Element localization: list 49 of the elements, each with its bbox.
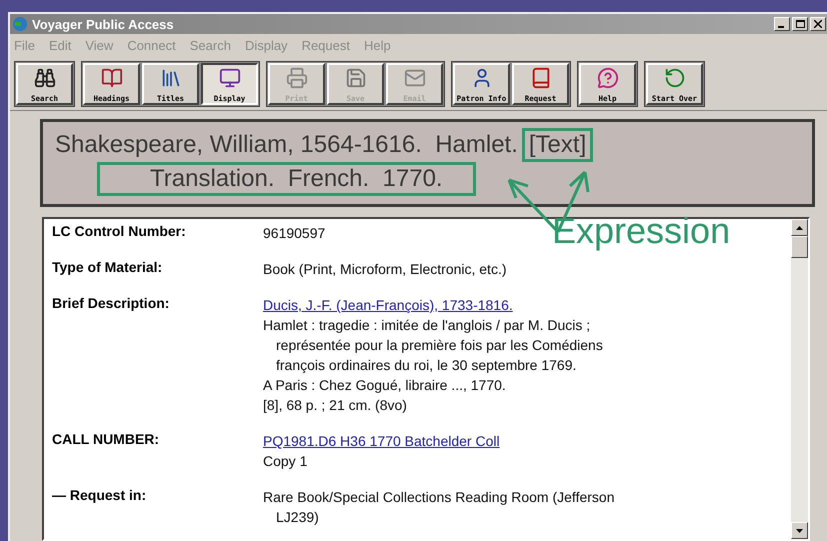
field-value: Book (Print, Microform, Electronic, etc.) xyxy=(263,260,507,279)
globe-icon xyxy=(12,16,28,32)
envelope-icon xyxy=(404,67,426,89)
highlighted-heading-text: Translation. French. 1770. xyxy=(97,162,476,196)
scroll-thumb[interactable] xyxy=(791,236,808,258)
menu-item[interactable]: Connect xyxy=(127,38,176,52)
circular-arrow-icon xyxy=(664,67,686,89)
field-value: LJ239) xyxy=(275,508,319,527)
down-triangle-icon xyxy=(796,528,803,532)
field-value: Copy 1 xyxy=(263,452,308,471)
field-label: Brief Description: xyxy=(52,295,170,313)
help-icon xyxy=(596,67,618,89)
menu-item[interactable]: Help xyxy=(364,38,391,52)
field-value: Rare Book/Special Collections Reading Room (Jefferson xyxy=(263,488,614,507)
field-value: [8], 68 p. ; 21 cm. (8vo) xyxy=(263,396,407,415)
menu-item[interactable]: Search xyxy=(190,38,231,52)
field-label: CALL NUMBER: xyxy=(52,431,160,449)
field-label: LC Control Number: xyxy=(52,223,187,241)
binoculars-icon xyxy=(34,67,56,89)
field-value: françois ordinaires du roi, le 30 septembre 1769. xyxy=(275,356,576,375)
highlighted-heading-text: [Text] xyxy=(522,128,594,162)
field-label: — Request in: xyxy=(52,487,148,505)
record-link[interactable]: PQ1981.D6 H36 1770 Batchelder Coll xyxy=(263,431,500,451)
window-title: Voyager Public Access xyxy=(32,16,175,32)
up-triangle-icon xyxy=(796,226,803,230)
menu-item[interactable]: Edit xyxy=(48,38,72,52)
minimize-button[interactable] xyxy=(774,17,790,31)
annotation-label: Expression xyxy=(552,210,730,252)
field-value: Hamlet : tragedie : imitée de l'anglois / par M. Ducis ; xyxy=(263,316,590,335)
scrollbar[interactable] xyxy=(791,219,808,539)
close-icon xyxy=(814,20,822,28)
open-book-icon xyxy=(100,67,122,89)
record-link[interactable]: Ducis, J.-F. (Jean-François), 1733-1816. xyxy=(263,295,513,315)
field-value: représentée pour la première fois par les Comédiens xyxy=(275,336,603,355)
maximize-icon xyxy=(796,20,804,28)
heading-text: Shakespeare, William, 1564-1616. Hamlet. xyxy=(55,130,518,160)
close-button[interactable] xyxy=(810,17,826,31)
menu-item[interactable]: File xyxy=(14,38,35,52)
menu-item[interactable]: Display xyxy=(244,38,288,52)
scroll-down-button[interactable] xyxy=(791,522,808,539)
monitor-icon xyxy=(218,67,240,89)
maximize-button[interactable] xyxy=(792,17,808,31)
printer-icon xyxy=(286,67,308,89)
scroll-up-button[interactable] xyxy=(791,219,808,236)
field-label: Type of Material: xyxy=(52,259,164,277)
menu-item[interactable]: Request xyxy=(302,38,350,52)
menu-item[interactable]: View xyxy=(85,38,114,52)
field-value: 96190597 xyxy=(263,224,326,243)
field-value: A Paris : Chez Gogué, libraire ..., 1770. xyxy=(263,376,506,395)
